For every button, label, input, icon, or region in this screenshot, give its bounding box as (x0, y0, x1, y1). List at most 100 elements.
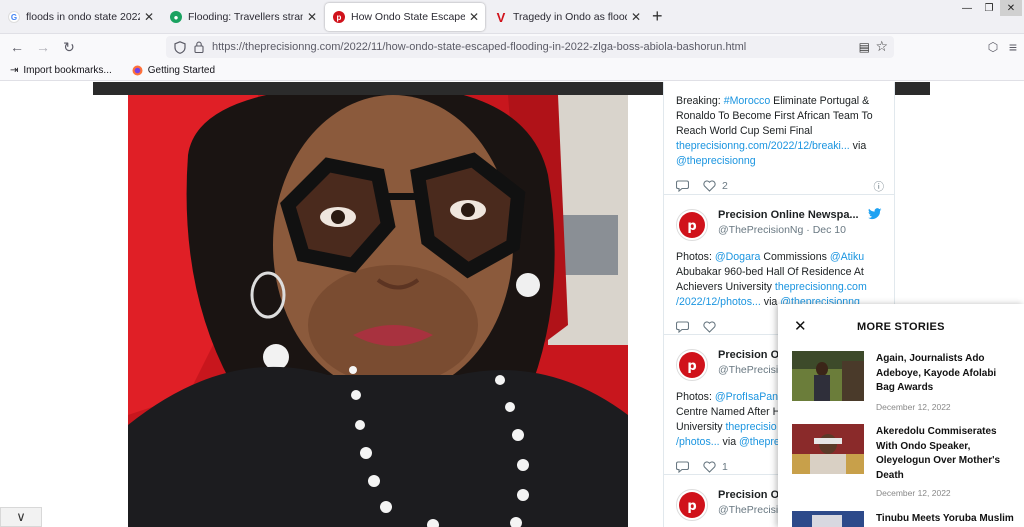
restore-icon[interactable]: ❐ (978, 0, 1000, 16)
import-icon: ⇥ (10, 64, 19, 76)
tweet-text-part: Centre Named After H (676, 406, 781, 418)
avatar[interactable]: p (676, 349, 708, 381)
tweet-text-part: via (719, 436, 740, 448)
tab-ondo-escaped-flood[interactable]: p How Ondo State Escaped Flood ✕ (325, 3, 485, 31)
story-item[interactable]: Tinubu Meets Yoruba Muslim (792, 511, 1018, 527)
more-stories-heading: MORE STORIES (857, 321, 945, 333)
article-link[interactable]: theprecisio (725, 421, 776, 433)
mention-link[interactable]: @ProfIsaPanta (715, 391, 787, 403)
mention-link[interactable]: @theprecisionng (676, 155, 756, 167)
reply-icon[interactable] (676, 321, 689, 333)
like-count: 2 (722, 180, 728, 192)
tweet-text: Photos: @ProfIsaPanta Centre Named After… (676, 390, 787, 450)
bookmark-star-icon[interactable]: ☆ (875, 38, 888, 55)
reply-icon[interactable] (676, 461, 689, 473)
tab-strip: G floods in ondo state 2022 - Goo ✕ ● Fl… (0, 0, 1024, 34)
tweet-text-part: Commissions (760, 251, 830, 263)
close-tab-icon[interactable]: ✕ (469, 10, 479, 24)
shield-icon[interactable] (174, 40, 186, 54)
story-item[interactable]: Again, Journalists Ado Adeboye, Kayode A… (792, 351, 1018, 421)
story-thumbnail[interactable] (792, 424, 864, 474)
precision-logo-icon: p (679, 212, 705, 238)
story-thumbnail[interactable] (792, 351, 864, 401)
tweet-handle[interactable]: @ThePrecisionNg · Dec 10 (718, 224, 859, 236)
tab-title: Flooding: Travellers stranded in (188, 11, 303, 23)
story-item[interactable]: Akeredolu Commiserates With Ondo Speaker… (792, 424, 1018, 498)
tweet-text-part: Photos: (676, 391, 715, 403)
precision-icon: p (333, 11, 345, 23)
close-icon[interactable]: ✕ (794, 317, 807, 335)
menu-icon[interactable]: ≡ (1004, 38, 1022, 56)
reload-icon[interactable]: ↻ (60, 38, 78, 56)
tab-tragedy-ondo[interactable]: V Tragedy in Ondo as flood swee ✕ (487, 3, 647, 31)
story-title[interactable]: Again, Journalists Ado Adeboye, Kayode A… (876, 352, 1014, 396)
window-controls: — ❐ ✕ (956, 0, 1022, 16)
forward-icon[interactable]: → (34, 38, 52, 56)
tweet-text: Photos: @Dogara Commissions @Atiku Abuba… (676, 250, 884, 310)
bookmark-import[interactable]: ⇥ Import bookmarks... (10, 65, 112, 76)
tab-title: How Ondo State Escaped Flood (351, 11, 465, 23)
green-site-icon: ● (170, 11, 182, 23)
avatar[interactable]: p (676, 209, 708, 241)
firefox-icon (132, 65, 143, 75)
like-button[interactable] (703, 321, 716, 333)
story-title[interactable]: Tinubu Meets Yoruba Muslim (876, 512, 1014, 527)
web-page: ∨ Breaking: #Morocco Eliminate Portugal … (0, 82, 1024, 527)
article-link[interactable]: theprecisionng.com/2022/12/breaki... (676, 140, 850, 152)
mention-link[interactable]: @thepre (739, 436, 780, 448)
reply-icon[interactable] (676, 180, 689, 192)
url-text[interactable]: https://theprecisionng.com/2022/11/how-o… (212, 41, 746, 53)
mention-link[interactable]: @Atiku (830, 251, 864, 263)
tab-title: floods in ondo state 2022 - Goo (26, 11, 140, 23)
bookmarks-bar: ⇥ Import bookmarks... Getting Started (0, 60, 1024, 81)
bookmark-label: Getting Started (147, 64, 216, 76)
pocket-icon[interactable]: ⬡ (984, 38, 1002, 56)
tweet-text-part: University (676, 421, 726, 433)
heart-icon (703, 321, 716, 333)
close-tab-icon[interactable]: ✕ (144, 10, 154, 24)
chevron-down-icon[interactable]: ∨ (0, 507, 42, 527)
new-tab-icon[interactable]: + (652, 6, 663, 27)
minimize-icon[interactable]: — (956, 0, 978, 16)
tweet-text-part: Photos: (676, 251, 715, 263)
tweet-card[interactable]: Breaking: #Morocco Eliminate Portugal & … (664, 82, 894, 195)
like-count: 1 (722, 461, 728, 473)
precision-logo-icon: p (679, 352, 705, 378)
tweet-text-part: via (849, 140, 867, 152)
info-icon[interactable]: ⓘ (874, 179, 885, 194)
vanguard-icon: V (496, 9, 506, 25)
tweet-actions: 2 ⓘ (676, 175, 884, 197)
twitter-bird-icon[interactable] (868, 208, 882, 220)
navigation-bar: ← → ↻ https://theprecisionng.com/2022/11… (0, 34, 1024, 60)
lock-icon[interactable] (194, 41, 204, 53)
tab-google-search[interactable]: G floods in ondo state 2022 - Goo ✕ (0, 3, 160, 31)
story-thumbnail[interactable] (792, 511, 864, 527)
hashtag-link[interactable]: #Morocco (724, 95, 771, 107)
like-button[interactable]: 2 (703, 180, 728, 192)
tweet-text-part: Breaking: (676, 95, 724, 107)
avatar[interactable]: p (676, 489, 708, 521)
tweet-author-name[interactable]: Precision Online Newspa... (718, 209, 859, 221)
heart-icon (703, 180, 716, 192)
svg-text:p: p (687, 359, 696, 374)
bookmark-getting-started[interactable]: Getting Started (132, 65, 215, 76)
story-date: December 12, 2022 (876, 402, 951, 412)
close-window-icon[interactable]: ✕ (1000, 0, 1022, 16)
article-link[interactable]: /photos... (676, 436, 720, 448)
precision-logo-icon: p (679, 492, 705, 518)
like-button[interactable]: 1 (703, 461, 728, 473)
tab-flooding[interactable]: ● Flooding: Travellers stranded in ✕ (162, 3, 323, 31)
address-bar[interactable]: https://theprecisionng.com/2022/11/how-o… (166, 36, 894, 58)
mention-link[interactable]: @Dogara (715, 251, 761, 263)
story-date: December 12, 2022 (876, 488, 951, 498)
reader-view-icon[interactable]: ▤ (859, 40, 870, 54)
tweet-text: Breaking: #Morocco Eliminate Portugal & … (676, 94, 884, 169)
close-tab-icon[interactable]: ✕ (631, 10, 641, 24)
more-stories-panel: ✕ MORE STORIES Again, Journalists Ado Ad… (778, 304, 1024, 527)
story-title[interactable]: Akeredolu Commiserates With Ondo Speaker… (876, 425, 1014, 483)
tab-title: Tragedy in Ondo as flood swee (513, 11, 627, 23)
google-icon: G (8, 11, 20, 23)
heart-icon (703, 461, 716, 473)
close-tab-icon[interactable]: ✕ (307, 10, 317, 24)
back-icon[interactable]: ← (8, 38, 26, 56)
